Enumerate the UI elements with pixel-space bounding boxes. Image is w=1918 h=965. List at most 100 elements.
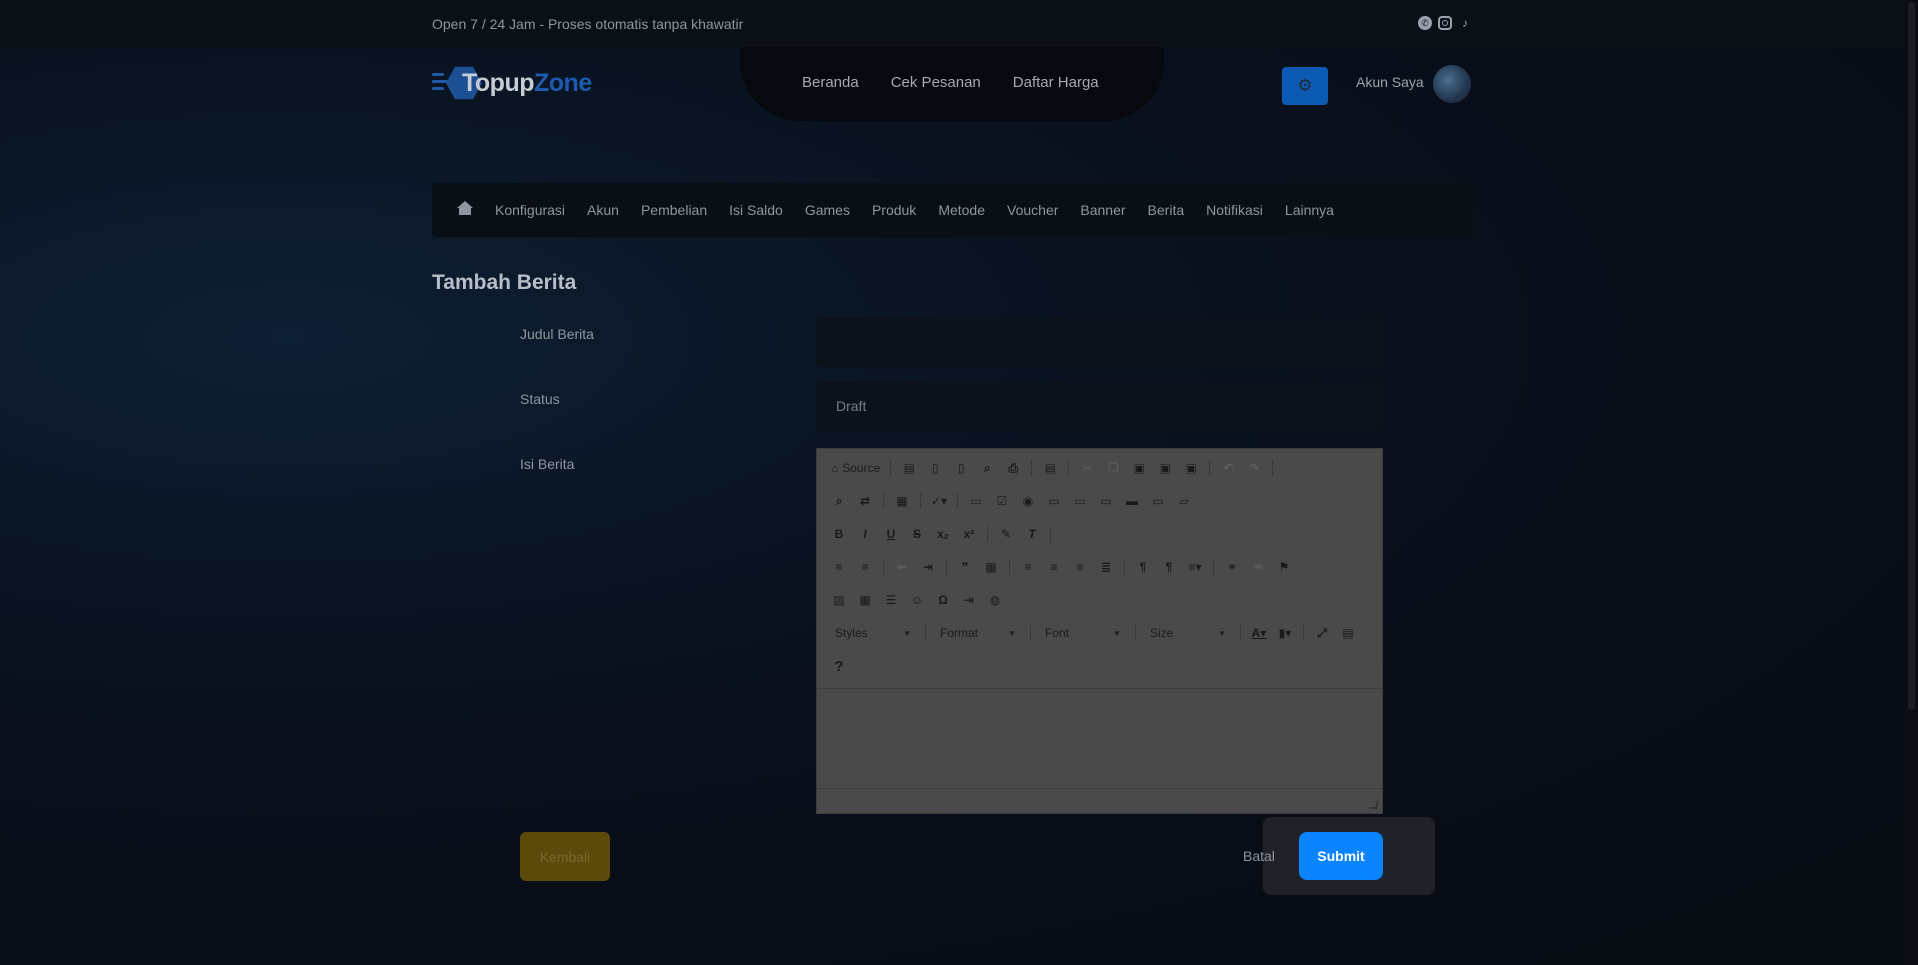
table-icon[interactable]: ▦ [855,590,875,610]
replace-icon[interactable]: ⇄ [855,491,875,511]
save-icon[interactable]: ▤ [899,458,919,478]
checkbox-icon[interactable]: ☑ [992,491,1012,511]
home-icon[interactable] [457,201,473,215]
menu-item-pembelian[interactable]: Pembelian [641,202,707,218]
bulleted-list-icon[interactable]: ≡ [855,557,875,577]
button-field-icon[interactable]: ▬ [1122,491,1142,511]
underline-icon[interactable]: U [881,524,901,544]
styles-dropdown[interactable]: Styles ▼ [829,623,917,643]
size-dropdown[interactable]: Size ▼ [1144,623,1232,643]
div-container-icon[interactable]: ▦ [981,557,1001,577]
menu-item-konfigurasi[interactable]: Konfigurasi [495,202,565,218]
iframe-globe-icon[interactable]: ◍ [985,590,1005,610]
blockquote-icon[interactable]: ❞ [955,557,975,577]
align-center-icon[interactable]: ≡ [1044,557,1064,577]
copy-format-icon[interactable]: ✎ [996,524,1016,544]
format-dropdown[interactable]: Format ▼ [934,623,1022,643]
editor-content-area[interactable] [817,688,1382,789]
special-char-icon[interactable]: Ω [933,590,953,610]
cancel-button[interactable]: Batal [1243,848,1275,864]
text-color-icon[interactable]: A▾ [1249,623,1269,643]
remove-format-icon[interactable]: T [1022,524,1042,544]
templates-icon[interactable]: ▤ [1040,458,1060,478]
avatar[interactable] [1433,65,1471,103]
menu-item-notifikasi[interactable]: Notifikasi [1206,202,1263,218]
settings-button[interactable]: ⚙ [1282,67,1328,105]
superscript-icon[interactable]: x² [959,524,979,544]
page-scrollbar[interactable] [1905,0,1918,965]
anchor-flag-icon[interactable]: ⚑ [1274,557,1294,577]
submit-button[interactable]: Submit [1299,832,1383,880]
account-label[interactable]: Akun Saya [1356,74,1424,90]
menu-item-berita[interactable]: Berita [1148,202,1185,218]
paste-icon[interactable]: ▣ [1129,458,1149,478]
menu-item-isi-saldo[interactable]: Isi Saldo [729,202,783,218]
align-left-icon[interactable]: ≡ [1018,557,1038,577]
indent-icon[interactable]: ⇥ [918,557,938,577]
maximize-icon[interactable]: ⤢ [1312,623,1332,643]
text-field-icon[interactable]: ▭ [1044,491,1064,511]
menu-item-metode[interactable]: Metode [938,202,985,218]
site-logo[interactable]: TopupZone [432,63,592,103]
menu-item-lainnya[interactable]: Lainnya [1285,202,1334,218]
preview-icon[interactable]: ⌕ [977,458,997,478]
hidden-field-icon[interactable]: ▱ [1174,491,1194,511]
scrollbar-thumb[interactable] [1908,2,1915,710]
link-icon[interactable]: ⚭ [1222,557,1242,577]
redo-icon[interactable]: ↷ [1244,458,1264,478]
export-pdf-icon[interactable]: ▯ [951,458,971,478]
new-page-icon[interactable]: ▯ [925,458,945,478]
undo-icon[interactable]: ↶ [1218,458,1238,478]
unlink-icon[interactable]: ⚮ [1248,557,1268,577]
radio-icon[interactable]: ◉ [1018,491,1038,511]
smiley-icon[interactable]: ☺ [907,590,927,610]
italic-icon[interactable]: I [855,524,875,544]
subscript-icon[interactable]: x₂ [933,524,953,544]
menu-item-voucher[interactable]: Voucher [1007,202,1058,218]
judul-berita-input[interactable] [816,318,1383,367]
show-blocks-icon[interactable]: ▤ [1338,623,1358,643]
image-icon[interactable]: ▨ [829,590,849,610]
menu-item-akun[interactable]: Akun [587,202,619,218]
select-field-icon[interactable]: ▭ [1096,491,1116,511]
language-icon[interactable]: ≡▾ [1185,557,1205,577]
paste-text-icon[interactable]: ▣ [1155,458,1175,478]
top-info-bar: Open 7 / 24 Jam - Proses otomatis tanpa … [0,0,1905,47]
bold-icon[interactable]: B [829,524,849,544]
page-break-icon[interactable]: ⇥ [959,590,979,610]
nav-beranda[interactable]: Beranda [802,74,859,91]
resize-handle-icon[interactable] [1369,801,1379,809]
align-right-icon[interactable]: ≡ [1070,557,1090,577]
nav-cek-pesanan[interactable]: Cek Pesanan [891,74,981,91]
spellcheck-icon[interactable]: ✓▾ [929,491,949,511]
find-icon[interactable]: ⌕ [829,491,849,511]
image-button-icon[interactable]: ▭ [1148,491,1168,511]
whatsapp-icon[interactable]: ✆ [1418,16,1432,30]
bg-color-icon[interactable]: ▮▾ [1275,623,1295,643]
form-icon[interactable]: ▭ [966,491,986,511]
instagram-icon[interactable] [1438,16,1452,30]
help-icon[interactable]: ? [829,656,849,676]
menu-item-games[interactable]: Games [805,202,850,218]
numbered-list-icon[interactable]: ≡ [829,557,849,577]
font-dropdown[interactable]: Font ▼ [1039,623,1127,643]
textarea-icon[interactable]: ▭ [1070,491,1090,511]
source-button[interactable]: ⌂ Source [829,461,882,475]
horizontal-line-icon[interactable]: ☰ [881,590,901,610]
rtl-icon[interactable]: ¶ [1159,557,1179,577]
nav-daftar-harga[interactable]: Daftar Harga [1013,74,1099,91]
status-select[interactable]: Draft [816,382,1383,431]
cut-icon[interactable]: ✂ [1077,458,1097,478]
select-all-icon[interactable]: ▦ [892,491,912,511]
menu-item-banner[interactable]: Banner [1080,202,1125,218]
tiktok-icon[interactable]: ♪ [1458,16,1472,30]
justify-icon[interactable]: ≣ [1096,557,1116,577]
outdent-icon[interactable]: ⇤ [892,557,912,577]
ltr-icon[interactable]: ¶ [1133,557,1153,577]
copy-icon[interactable]: ❐ [1103,458,1123,478]
print-icon[interactable]: ⎙ [1003,458,1023,478]
back-button[interactable]: Kembali [520,832,610,881]
strike-icon[interactable]: S [907,524,927,544]
menu-item-produk[interactable]: Produk [872,202,916,218]
paste-word-icon[interactable]: ▣ [1181,458,1201,478]
